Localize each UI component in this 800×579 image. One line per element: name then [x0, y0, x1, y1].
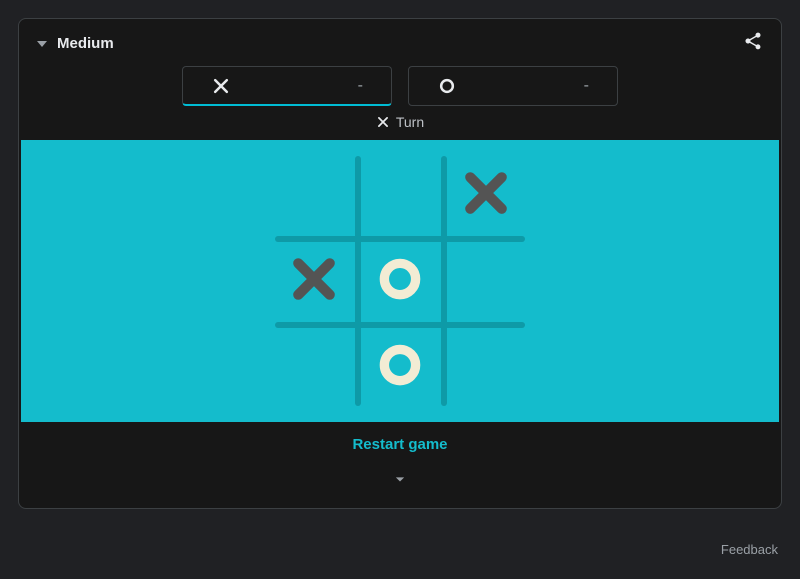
cell-5[interactable] — [443, 238, 529, 324]
x-mark-icon — [287, 252, 341, 311]
cell-3[interactable] — [271, 238, 357, 324]
caret-down-icon — [37, 41, 47, 47]
score-row: - - — [19, 62, 781, 114]
difficulty-selector[interactable]: Medium — [37, 35, 114, 52]
cell-0[interactable] — [271, 152, 357, 238]
share-icon — [743, 31, 763, 51]
board-grid — [271, 152, 529, 410]
score-o[interactable]: - — [408, 66, 618, 106]
board-area — [21, 140, 779, 422]
cell-2[interactable] — [443, 152, 529, 238]
chevron-down-icon — [390, 469, 410, 489]
o-mark-icon — [375, 340, 425, 395]
cell-8[interactable] — [443, 324, 529, 410]
o-icon — [437, 76, 457, 96]
o-mark-icon — [375, 254, 425, 309]
restart-button[interactable]: Restart game — [19, 422, 781, 463]
feedback-link[interactable]: Feedback — [721, 542, 778, 557]
cell-4[interactable] — [357, 238, 443, 324]
cell-7[interactable] — [357, 324, 443, 410]
cell-1[interactable] — [357, 152, 443, 238]
x-mark-icon — [459, 166, 513, 225]
score-x[interactable]: - — [182, 66, 392, 106]
score-x-value: - — [358, 77, 363, 95]
cell-6[interactable] — [271, 324, 357, 410]
turn-label: Turn — [396, 114, 424, 130]
score-o-value: - — [584, 77, 589, 95]
top-bar: Medium — [19, 19, 781, 62]
restart-label: Restart game — [352, 436, 447, 453]
share-button[interactable] — [743, 31, 763, 56]
difficulty-label: Medium — [57, 35, 114, 52]
x-icon — [211, 76, 231, 96]
turn-x-icon — [376, 115, 390, 129]
game-card: Medium - - Turn — [18, 18, 782, 509]
expand-button[interactable] — [19, 463, 781, 508]
turn-indicator: Turn — [19, 114, 781, 140]
